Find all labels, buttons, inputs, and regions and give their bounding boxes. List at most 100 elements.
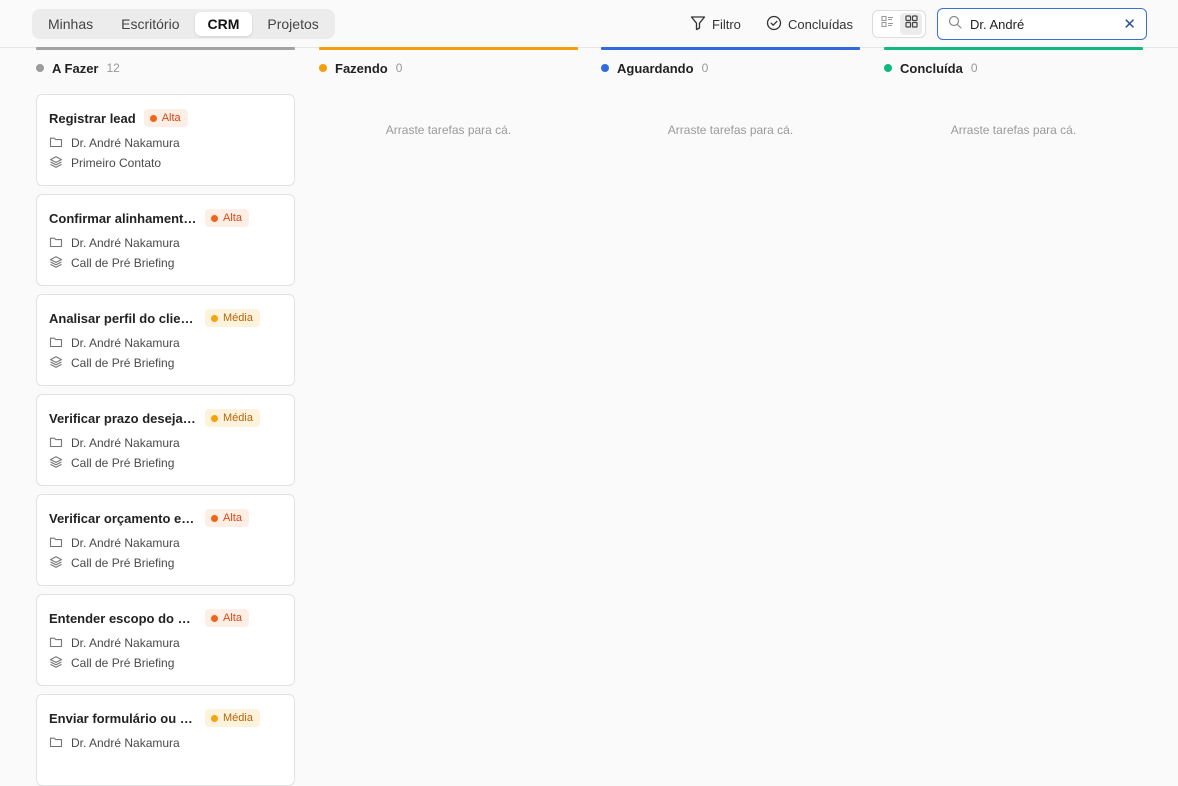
priority-badge: Média	[205, 709, 260, 727]
stage-name: Primeiro Contato	[71, 156, 162, 170]
folder-icon	[49, 135, 71, 152]
card-stage: Call de Pré Briefing	[49, 455, 282, 470]
card-stage: Primeiro Contato	[49, 155, 282, 172]
card-header: Verificar orçamento estimado Alta	[49, 509, 282, 527]
grid-view-icon	[904, 15, 918, 33]
card-header: Analisar perfil do cliente Média	[49, 309, 282, 327]
layers-icon	[49, 655, 71, 672]
empty-drop-zone[interactable]: Arraste tarefas para cá.	[319, 123, 578, 137]
list-view-button[interactable]	[876, 13, 898, 35]
layers-icon	[49, 355, 71, 372]
list-view-icon	[880, 15, 894, 33]
card-stage: Call de Pré Briefing	[49, 355, 282, 372]
card-client: Dr. André Nakamura	[49, 536, 282, 550]
priority-badge: Alta	[205, 609, 249, 627]
column-header: Aguardando 0	[601, 50, 860, 86]
column-title: Fazendo	[335, 60, 388, 76]
task-card[interactable]: Verificar orçamento estimado Alta Dr. Andr…	[36, 494, 295, 586]
task-card[interactable]: Registrar lead Alta Dr. André Nakamura Prim…	[36, 94, 295, 186]
card-header: Verificar prazo desejado Média	[49, 409, 282, 427]
stage-name: Call de Pré Briefing	[71, 256, 175, 270]
priority-label: Média	[223, 412, 253, 424]
empty-drop-zone[interactable]: Arraste tarefas para cá.	[884, 123, 1143, 137]
task-card[interactable]: Verificar prazo desejado Média Dr. André N…	[36, 394, 295, 486]
grid-view-button[interactable]	[900, 13, 922, 35]
client-name: Dr. André Nakamura	[71, 536, 180, 550]
tab-minhas[interactable]: Minhas	[35, 12, 106, 36]
workspace-tabs: Minhas Escritório CRM Projetos	[32, 9, 335, 39]
folder-icon	[49, 235, 71, 252]
layers-icon	[49, 155, 71, 172]
column-header: Fazendo 0	[319, 50, 578, 86]
card-header: Enviar formulário ou briefing Média	[49, 709, 282, 727]
client-name: Dr. André Nakamura	[71, 136, 180, 150]
stage-name: Call de Pré Briefing	[71, 456, 175, 470]
priority-label: Alta	[223, 212, 242, 224]
card-client: Dr. André Nakamura	[49, 236, 282, 250]
client-name: Dr. André Nakamura	[71, 436, 180, 450]
card-client: Dr. André Nakamura	[49, 136, 282, 150]
folder-icon	[49, 435, 71, 452]
priority-dot	[211, 214, 218, 222]
top-bar: Minhas Escritório CRM Projetos Filtro Co…	[0, 0, 1178, 48]
column-header: A Fazer 12	[36, 50, 295, 86]
search-input[interactable]	[970, 16, 1110, 32]
priority-badge: Alta	[205, 509, 249, 527]
card-stage: Call de Pré Briefing	[49, 655, 282, 672]
card-title: Analisar perfil do cliente	[49, 310, 197, 326]
column-title: A Fazer	[52, 60, 99, 76]
priority-badge: Média	[205, 309, 260, 327]
client-name: Dr. André Nakamura	[71, 636, 180, 650]
card-header: Registrar lead Alta	[49, 109, 282, 127]
priority-dot	[211, 714, 218, 722]
task-card[interactable]: Enviar formulário ou briefing Média Dr. An…	[36, 694, 295, 786]
card-client: Dr. André Nakamura	[49, 736, 282, 750]
card-header: Confirmar alinhamento da call Alta	[49, 209, 282, 227]
filter-button[interactable]: Filtro	[690, 14, 741, 34]
check-circle-icon	[766, 15, 782, 34]
column-count: 0	[701, 61, 709, 75]
column-title: Concluída	[900, 60, 963, 76]
card-title: Confirmar alinhamento da call	[49, 210, 197, 226]
folder-icon	[49, 635, 71, 652]
status-dot	[601, 64, 609, 72]
card-stage: Call de Pré Briefing	[49, 255, 282, 270]
filter-icon	[690, 15, 706, 34]
status-dot	[319, 64, 327, 72]
card-title: Registrar lead	[49, 110, 136, 126]
tab-escritorio[interactable]: Escritório	[108, 12, 192, 36]
tab-projetos[interactable]: Projetos	[254, 12, 331, 36]
card-header: Entender escopo do projeto Alta	[49, 609, 282, 627]
column-fazendo: Fazendo 0 Arraste tarefas para cá.	[319, 47, 578, 760]
search-icon	[948, 15, 962, 34]
status-dot	[36, 64, 44, 72]
completed-toggle-button[interactable]: Concluídas	[766, 14, 853, 34]
card-client: Dr. André Nakamura	[49, 436, 282, 450]
card-stage: Call de Pré Briefing	[49, 555, 282, 572]
column-concluida: Concluída 0 Arraste tarefas para cá.	[884, 47, 1143, 760]
card-title: Enviar formulário ou briefing	[49, 710, 197, 726]
tab-crm[interactable]: CRM	[194, 12, 253, 36]
priority-label: Média	[223, 712, 253, 724]
column-aguardando: Aguardando 0 Arraste tarefas para cá.	[601, 47, 860, 760]
folder-icon	[49, 535, 71, 552]
card-title: Entender escopo do projeto	[49, 610, 197, 626]
client-name: Dr. André Nakamura	[71, 736, 180, 750]
layers-icon	[49, 555, 71, 572]
column-a-fazer: A Fazer 12 Registrar lead Alta Dr. André N…	[36, 47, 295, 786]
priority-label: Média	[223, 312, 253, 324]
card-title: Verificar prazo desejado	[49, 410, 197, 426]
priority-dot	[211, 414, 218, 422]
priority-label: Alta	[161, 112, 181, 124]
status-dot	[884, 64, 892, 72]
task-card[interactable]: Confirmar alinhamento da call Alta Dr. And…	[36, 194, 295, 286]
card-client: Dr. André Nakamura	[49, 636, 282, 650]
task-card[interactable]: Entender escopo do projeto Alta Dr. André …	[36, 594, 295, 686]
priority-dot	[211, 314, 218, 322]
empty-drop-zone[interactable]: Arraste tarefas para cá.	[601, 123, 860, 137]
client-name: Dr. André Nakamura	[71, 336, 180, 350]
clear-search-icon[interactable]: ✕	[1123, 15, 1136, 33]
priority-badge: Alta	[143, 109, 188, 127]
task-card[interactable]: Analisar perfil do cliente Média Dr. André…	[36, 294, 295, 386]
completed-label: Concluídas	[788, 16, 854, 32]
